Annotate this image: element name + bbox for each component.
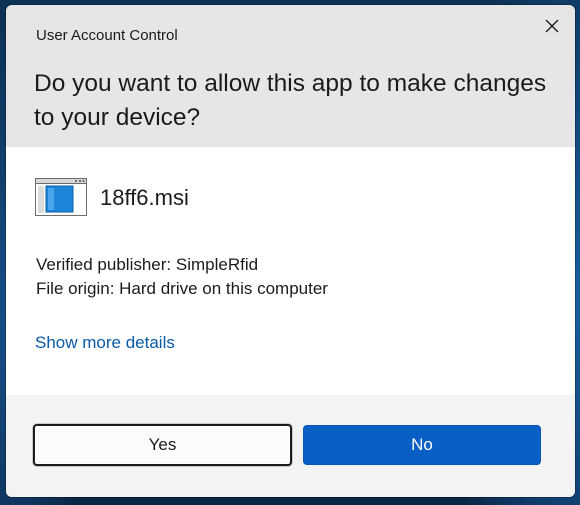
prompt-question: Do you want to allow this app to make ch… — [34, 70, 547, 131]
no-button[interactable]: No — [303, 425, 541, 465]
window-title: User Account Control — [36, 27, 178, 44]
program-name: 18ff6.msi — [100, 185, 189, 210]
dialog-footer: Yes No — [6, 395, 575, 497]
dialog-header: User Account Control Do you want to allo… — [6, 5, 575, 147]
close-button[interactable] — [537, 11, 567, 41]
yes-button[interactable]: Yes — [33, 424, 292, 466]
uac-dialog: User Account Control Do you want to allo… — [6, 5, 575, 497]
file-origin: File origin: Hard drive on this computer — [36, 279, 328, 298]
installer-window-icon — [35, 178, 87, 221]
show-more-details-link[interactable]: Show more details — [35, 333, 175, 353]
close-icon — [545, 19, 559, 33]
dialog-body: 18ff6.msi Verified publisher: SimpleRfid… — [6, 147, 575, 395]
verified-publisher: Verified publisher: SimpleRfid — [36, 255, 259, 274]
